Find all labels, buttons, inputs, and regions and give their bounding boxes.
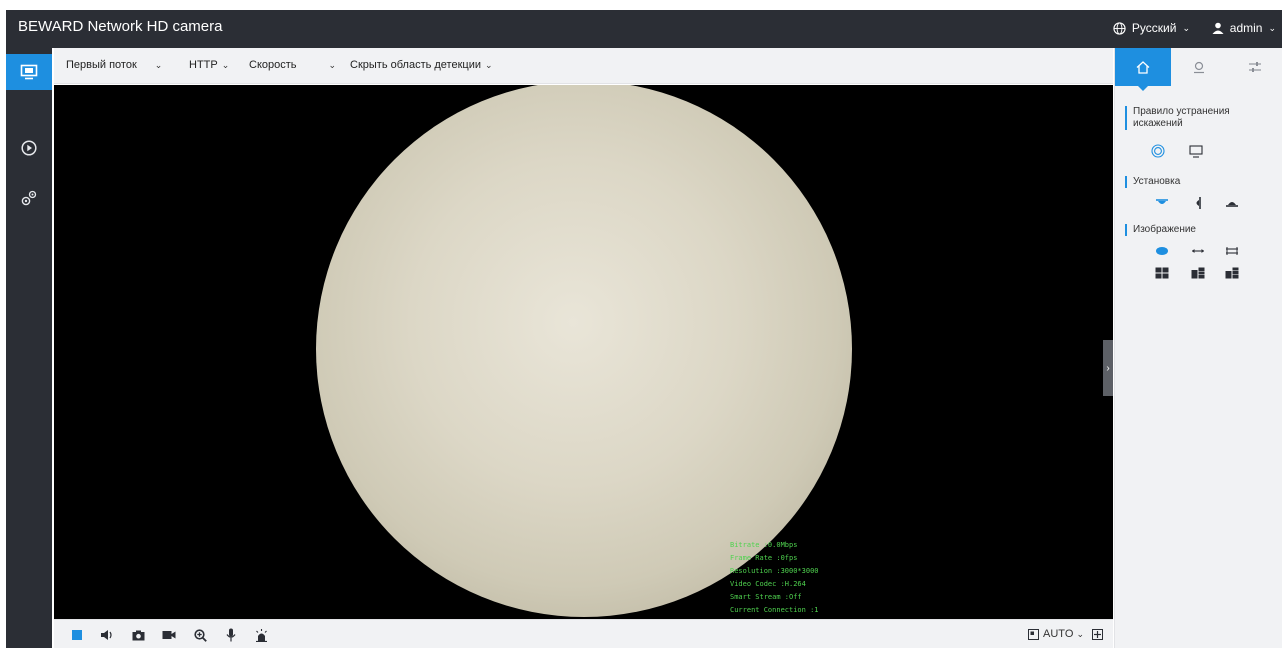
fisheye-icon bbox=[1151, 144, 1165, 158]
osd-smart-stream: Smart Stream :Off bbox=[730, 593, 802, 601]
wall-mount-icon bbox=[1196, 197, 1201, 209]
osd-video-codec: Video Codec :H.264 bbox=[730, 580, 806, 588]
talk-button[interactable] bbox=[224, 628, 238, 642]
fullscreen-icon[interactable] bbox=[1092, 628, 1103, 640]
ellipse-icon bbox=[1156, 247, 1168, 255]
home-icon bbox=[1136, 60, 1150, 74]
alarm-button[interactable] bbox=[254, 628, 268, 642]
language-label: Русский bbox=[1131, 21, 1177, 35]
app-title: BEWARD Network HD camera bbox=[18, 18, 223, 35]
desktop-mount-icon bbox=[1226, 202, 1238, 207]
section-image-title: Изображение bbox=[1125, 224, 1196, 236]
chevron-down-icon: ⌄ bbox=[1268, 22, 1276, 33]
chevron-down-icon: ⌄ bbox=[1182, 22, 1190, 33]
chevron-down-icon: ⌄ bbox=[1076, 629, 1084, 639]
osd-frame-rate: Frame Rate :0fps bbox=[730, 554, 798, 562]
user-label: admin bbox=[1229, 21, 1263, 35]
alarm-light-icon bbox=[255, 628, 267, 642]
mount-wall-button[interactable] bbox=[1189, 196, 1207, 210]
osd-bitrate: Bitrate :0.0Mbps bbox=[730, 541, 798, 549]
monitor-mode-button[interactable] bbox=[1187, 144, 1205, 158]
osd-connections: Current Connection :1 bbox=[730, 606, 819, 614]
nav-live-view[interactable] bbox=[6, 54, 52, 90]
protocol-label: HTTP bbox=[189, 59, 218, 71]
view-layout-2-button[interactable] bbox=[1189, 266, 1207, 280]
gears-icon bbox=[21, 190, 37, 206]
stream-select[interactable]: Первый поток ⌄ bbox=[66, 59, 162, 71]
chevron-down-icon: ⌄ bbox=[485, 59, 493, 70]
double-panorama-icon bbox=[1226, 247, 1238, 255]
mount-desktop-button[interactable] bbox=[1223, 196, 1241, 210]
monitor-icon bbox=[1189, 144, 1203, 158]
camera-icon bbox=[132, 630, 144, 640]
view-layout-3-button[interactable] bbox=[1223, 266, 1241, 280]
mount-ceiling-button[interactable] bbox=[1153, 196, 1171, 210]
globe-icon bbox=[1113, 21, 1126, 35]
audio-button[interactable] bbox=[100, 628, 114, 642]
nav-playback[interactable] bbox=[6, 130, 52, 166]
layout-grid-alt-icon bbox=[1225, 267, 1239, 279]
detection-select[interactable]: Скрыть область детекции ⌄ bbox=[350, 59, 493, 71]
control-bar: AUTO ⌄ bbox=[54, 619, 1113, 648]
panorama-icon bbox=[1192, 249, 1204, 253]
live-video[interactable]: Bitrate :0.0Mbps Frame Rate :0fps Resolu… bbox=[54, 85, 1113, 619]
header-bar: BEWARD Network HD camera Русский ⌄ admin… bbox=[6, 10, 1282, 48]
record-button[interactable] bbox=[162, 628, 176, 642]
snapshot-button[interactable] bbox=[131, 628, 145, 642]
chevron-down-icon: ⌄ bbox=[154, 59, 163, 70]
detection-label: Скрыть область детекции bbox=[350, 59, 481, 71]
view-panorama-button[interactable] bbox=[1189, 244, 1207, 258]
user-menu[interactable]: admin ⌄ bbox=[1212, 21, 1276, 35]
section-dewarp-title: Правило устранения искажений bbox=[1125, 106, 1255, 130]
video-camera-icon bbox=[162, 631, 176, 639]
ceiling-mount-icon bbox=[1156, 199, 1168, 204]
osd-resolution: Resolution :3000*3000 bbox=[730, 567, 819, 575]
sliders-icon bbox=[1249, 62, 1261, 72]
play-circle-icon bbox=[21, 140, 37, 156]
speed-label: Скорость bbox=[249, 59, 297, 71]
panel-collapse-handle[interactable]: › bbox=[1103, 340, 1113, 396]
view-double-panorama-button[interactable] bbox=[1223, 244, 1241, 258]
chevron-down-icon: ⌄ bbox=[328, 59, 337, 70]
tab-home[interactable] bbox=[1115, 48, 1171, 91]
tab-adjust[interactable] bbox=[1227, 48, 1282, 86]
left-nav bbox=[6, 48, 52, 648]
view-fisheye-button[interactable] bbox=[1153, 244, 1171, 258]
zoom-button[interactable] bbox=[193, 628, 207, 642]
display-mode-area: AUTO ⌄ bbox=[1028, 628, 1103, 640]
section-mount-title: Установка bbox=[1125, 176, 1180, 188]
stop-button[interactable] bbox=[70, 628, 84, 642]
user-icon bbox=[1212, 22, 1224, 34]
chevron-down-icon: ⌄ bbox=[221, 59, 230, 70]
fisheye-mode-button[interactable] bbox=[1149, 144, 1167, 158]
stream-label: Первый поток bbox=[66, 59, 137, 71]
quad-grid-icon bbox=[1155, 267, 1169, 279]
zoom-in-icon bbox=[193, 628, 207, 642]
stream-toolbar: Первый поток ⌄ HTTP ⌄ Скорость ⌄ Скрыть … bbox=[54, 48, 1113, 84]
speaker-icon bbox=[101, 630, 112, 640]
right-panel-tabs bbox=[1115, 48, 1282, 91]
monitor-icon bbox=[20, 64, 38, 80]
fisheye-image bbox=[316, 85, 852, 617]
display-mode-select[interactable]: AUTO ⌄ bbox=[1043, 628, 1084, 640]
stop-icon bbox=[72, 630, 82, 640]
speed-select[interactable]: Скорость ⌄ bbox=[249, 59, 336, 71]
protocol-select[interactable]: HTTP ⌄ bbox=[189, 59, 229, 71]
tab-ptz[interactable] bbox=[1171, 48, 1227, 86]
microphone-icon bbox=[226, 628, 236, 642]
layout-grid-icon bbox=[1191, 267, 1205, 279]
chevron-right-icon: › bbox=[1106, 362, 1110, 374]
view-quad-button[interactable] bbox=[1153, 266, 1171, 280]
right-panel: Правило устранения искажений Установка И… bbox=[1114, 48, 1282, 648]
language-selector[interactable]: Русский ⌄ bbox=[1113, 21, 1190, 35]
app-window: BEWARD Network HD camera Русский ⌄ admin… bbox=[6, 10, 1282, 648]
nav-settings[interactable] bbox=[6, 180, 52, 216]
ptz-camera-icon bbox=[1194, 61, 1204, 73]
display-mode-label: AUTO bbox=[1043, 628, 1074, 640]
osd-overlay: Bitrate :0.0Mbps Frame Rate :0fps Resolu… bbox=[730, 539, 819, 617]
aspect-ratio-icon bbox=[1028, 628, 1040, 640]
